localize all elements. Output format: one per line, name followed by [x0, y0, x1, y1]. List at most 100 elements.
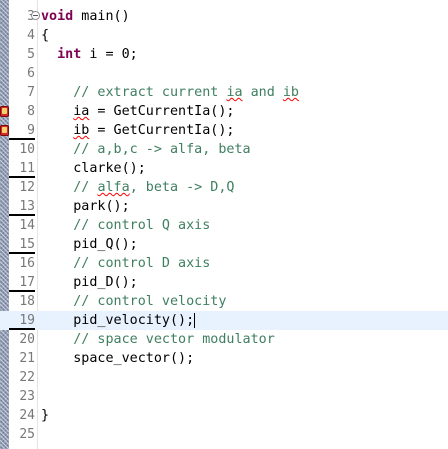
code-text[interactable]: space_vector(); [41, 349, 194, 368]
comment-token: ia [226, 85, 243, 100]
code-text[interactable]: // alfa, beta -> D,Q [41, 178, 235, 197]
keyword-token: int [57, 47, 82, 62]
line-number: 9 [9, 121, 35, 140]
code-token: park(); [41, 199, 130, 214]
code-line[interactable]: 22 [0, 368, 448, 387]
line-number: 6 [27, 66, 35, 81]
code-text[interactable]: // control Q axis [41, 216, 210, 235]
text-caret [194, 312, 196, 328]
code-text[interactable]: } [41, 406, 49, 425]
line-number: 23 [19, 389, 35, 404]
code-line[interactable]: 7 // extract current ia and ib [0, 83, 448, 102]
code-text[interactable]: void main() [41, 7, 130, 26]
code-line[interactable]: 8 ia = GetCurrentIa(); [0, 102, 448, 121]
code-text[interactable]: clarke(); [41, 159, 146, 178]
line-number: 25 [19, 427, 35, 442]
code-token: pid_velocity(); [41, 313, 195, 328]
comment-token: // [41, 180, 98, 195]
code-text[interactable]: pid_Q(); [41, 235, 138, 254]
code-text[interactable]: { [41, 26, 49, 45]
code-token: } [41, 408, 50, 423]
line-number: 5 [27, 47, 35, 62]
code-token: pid_D(); [41, 275, 138, 290]
code-token: space_vector(); [41, 351, 195, 366]
code-line[interactable]: 21 space_vector(); [0, 349, 448, 368]
code-text[interactable]: // a,b,c -> alfa, beta [41, 140, 251, 159]
code-line[interactable]: 6 [0, 64, 448, 83]
line-number: 15 [9, 235, 35, 254]
comment-token: // control D axis [41, 256, 211, 271]
code-text[interactable]: // extract current ia and ib [41, 83, 299, 102]
code-text[interactable]: // control velocity [41, 292, 226, 311]
error-marker-icon[interactable] [0, 125, 9, 136]
comment-token: // space vector modulator [41, 332, 275, 347]
code-line[interactable]: 13 park(); [0, 197, 448, 216]
keyword-token: void [41, 9, 74, 24]
code-token: = GetCurrentIa(); [89, 104, 235, 119]
comment-token: // control velocity [41, 294, 227, 309]
code-token: i = 0; [81, 47, 138, 62]
line-number: 11 [9, 159, 35, 178]
line-number: 21 [19, 351, 35, 366]
code-token: clarke(); [41, 161, 146, 176]
line-number: 12 [19, 180, 35, 195]
code-token: ia [73, 104, 90, 119]
error-marker-icon[interactable] [0, 106, 9, 117]
code-line[interactable]: 18 // control velocity [0, 292, 448, 311]
code-text[interactable]: // space vector modulator [41, 330, 275, 349]
line-number: 24 [19, 408, 35, 423]
code-line[interactable]: 25 [0, 425, 448, 444]
comment-token: ib [282, 85, 299, 100]
code-line[interactable]: 10 // a,b,c -> alfa, beta [0, 140, 448, 159]
code-editor[interactable]: 3void main()4{5 int i = 0;67 // extract … [0, 0, 448, 449]
code-line[interactable]: 5 int i = 0; [0, 45, 448, 64]
code-line[interactable]: 20 // space vector modulator [0, 330, 448, 349]
code-token: ib [73, 123, 90, 138]
code-token: main() [73, 9, 130, 24]
code-token: pid_Q(); [41, 237, 138, 252]
line-number: 17 [9, 273, 35, 292]
code-text[interactable]: // control D axis [41, 254, 210, 273]
line-number: 7 [27, 85, 35, 100]
line-number: 13 [9, 197, 35, 216]
code-line[interactable]: 16 // control D axis [0, 254, 448, 273]
line-number: 22 [19, 370, 35, 385]
comment-token: // control Q axis [41, 218, 211, 233]
code-token: { [41, 28, 50, 43]
line-number: 10 [19, 142, 35, 157]
comment-token: // a,b,c -> alfa, beta [41, 142, 251, 157]
line-number: 20 [19, 332, 35, 347]
code-line[interactable]: 12 // alfa, beta -> D,Q [0, 178, 448, 197]
code-text[interactable]: park(); [41, 197, 130, 216]
code-token: = GetCurrentIa(); [89, 123, 235, 138]
code-text[interactable]: pid_velocity(); [41, 311, 196, 330]
line-number: 8 [27, 104, 35, 119]
code-text[interactable]: ia = GetCurrentIa(); [41, 102, 235, 121]
line-number: 18 [19, 294, 35, 309]
comment-token: // extract current [41, 85, 227, 100]
line-number: 19 [9, 311, 35, 330]
line-number: 16 [19, 256, 35, 271]
code-line[interactable]: 14 // control Q axis [0, 216, 448, 235]
line-number: 14 [19, 218, 35, 233]
fold-collapse-icon[interactable] [31, 11, 40, 20]
code-line[interactable]: 4{ [0, 26, 448, 45]
code-line[interactable]: 23 [0, 387, 448, 406]
line-number: 4 [27, 28, 35, 43]
comment-token: alfa [97, 180, 130, 195]
code-line[interactable]: 3void main() [0, 7, 448, 26]
code-line[interactable]: 11 clarke(); [0, 159, 448, 178]
code-line[interactable]: 15 pid_Q(); [0, 235, 448, 254]
code-line[interactable]: 24} [0, 406, 448, 425]
code-line[interactable]: 19 pid_velocity(); [0, 311, 448, 330]
comment-token: , beta -> D,Q [129, 180, 235, 195]
code-line[interactable]: 17 pid_D(); [0, 273, 448, 292]
code-line[interactable]: 9 ib = GetCurrentIa(); [0, 121, 448, 140]
code-text[interactable]: int i = 0; [41, 45, 138, 64]
comment-token: and [242, 85, 283, 100]
code-text[interactable]: ib = GetCurrentIa(); [41, 121, 235, 140]
code-text[interactable]: pid_D(); [41, 273, 138, 292]
